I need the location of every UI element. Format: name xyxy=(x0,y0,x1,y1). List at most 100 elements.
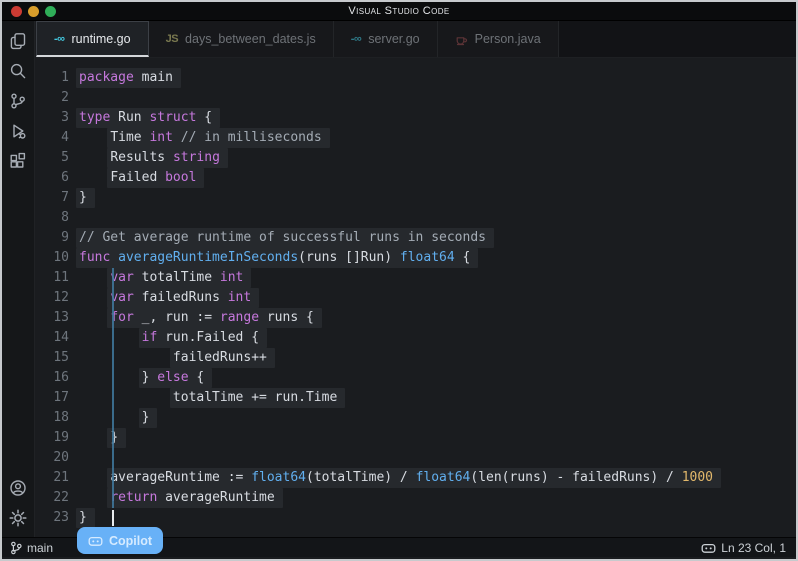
copilot-button[interactable]: Copilot xyxy=(77,527,163,554)
copilot-button-label: Copilot xyxy=(109,534,152,548)
code-text: for _, run := range runs { xyxy=(79,308,322,328)
extensions-icon[interactable] xyxy=(4,146,32,176)
code-line[interactable]: 22 return averageRuntime xyxy=(36,488,796,508)
line-number: 16 xyxy=(36,368,77,388)
code-line[interactable]: 19 } xyxy=(36,428,796,448)
line-number: 2 xyxy=(36,88,77,108)
code-line[interactable]: 5 Results string xyxy=(36,148,796,168)
go-icon: -∞ xyxy=(54,33,65,45)
line-number: 18 xyxy=(36,408,77,428)
code-text: Time int // in milliseconds xyxy=(79,128,330,148)
code-text: failedRuns++ xyxy=(79,348,275,368)
code-line[interactable]: 2 xyxy=(36,88,796,108)
code-line[interactable]: 1package main xyxy=(36,68,796,88)
code-line[interactable]: 9// Get average runtime of successful ru… xyxy=(36,228,796,248)
code-text: } xyxy=(79,188,95,208)
tab-label: runtime.go xyxy=(72,32,131,46)
code-line[interactable]: 13 for _, run := range runs { xyxy=(36,308,796,328)
line-number: 19 xyxy=(36,428,77,448)
editor-pane[interactable]: 1package main23type Run struct {4 Time i… xyxy=(36,58,796,537)
copilot-status-icon[interactable] xyxy=(701,542,716,554)
code-text: } else { xyxy=(79,368,212,388)
line-number: 8 xyxy=(36,208,77,228)
cursor-position[interactable]: Ln 23 Col, 1 xyxy=(721,541,786,555)
code-text: if run.Failed { xyxy=(79,328,267,348)
run-debug-icon[interactable] xyxy=(4,116,32,146)
code-line[interactable]: 6 Failed bool xyxy=(36,168,796,188)
code-text: } xyxy=(79,428,126,448)
code-text: return averageRuntime xyxy=(79,488,283,508)
code-line[interactable]: 10func averageRuntimeInSeconds(runs []Ru… xyxy=(36,248,796,268)
line-number: 20 xyxy=(36,448,77,468)
activity-bar xyxy=(2,21,35,537)
code-line[interactable]: 3type Run struct { xyxy=(36,108,796,128)
tab-bar: -∞ runtime.go JS days_between_dates.js -… xyxy=(36,21,796,58)
line-number: 15 xyxy=(36,348,77,368)
tab-server-go[interactable]: -∞ server.go xyxy=(334,21,438,57)
code-line[interactable]: 7} xyxy=(36,188,796,208)
bracket-indent-guide xyxy=(112,268,114,508)
git-branch-icon xyxy=(10,541,22,555)
code-text: Results string xyxy=(79,148,228,168)
code-line[interactable]: 15 failedRuns++ xyxy=(36,348,796,368)
line-number: 22 xyxy=(36,488,77,508)
maximize-window-icon[interactable] xyxy=(45,6,56,17)
tab-label: days_between_dates.js xyxy=(185,32,316,46)
code-line[interactable]: 20 xyxy=(36,448,796,468)
line-number: 9 xyxy=(36,228,77,248)
line-number: 11 xyxy=(36,268,77,288)
go-icon: -∞ xyxy=(351,33,362,45)
title-bar: Visual Studio Code xyxy=(2,2,796,21)
minimize-window-icon[interactable] xyxy=(28,6,39,17)
code-line[interactable]: 16 } else { xyxy=(36,368,796,388)
settings-gear-icon[interactable] xyxy=(4,503,32,533)
code-text: package main xyxy=(79,68,181,88)
code-text: averageRuntime := float64(totalTime) / f… xyxy=(79,468,721,488)
code-lines: 1package main23type Run struct {4 Time i… xyxy=(36,68,796,528)
code-text: Failed bool xyxy=(79,168,204,188)
line-number: 7 xyxy=(36,188,77,208)
source-control-icon[interactable] xyxy=(4,86,32,116)
line-number: 14 xyxy=(36,328,77,348)
line-number: 3 xyxy=(36,108,77,128)
branch-indicator[interactable]: main xyxy=(10,541,53,555)
code-text: } xyxy=(79,508,95,528)
line-number: 1 xyxy=(36,68,77,88)
code-line[interactable]: 4 Time int // in milliseconds xyxy=(36,128,796,148)
code-line[interactable]: 23} xyxy=(36,508,796,528)
tab-person-java[interactable]: Person.java xyxy=(438,21,559,57)
code-line[interactable]: 11 var totalTime int xyxy=(36,268,796,288)
search-icon[interactable] xyxy=(4,56,32,86)
code-line[interactable]: 8 xyxy=(36,208,796,228)
explorer-icon[interactable] xyxy=(4,26,32,56)
code-text: func averageRuntimeInSeconds(runs []Run)… xyxy=(79,248,478,268)
line-number: 10 xyxy=(36,248,77,268)
text-cursor xyxy=(112,510,114,526)
code-text: var totalTime int xyxy=(79,268,251,288)
line-number: 21 xyxy=(36,468,77,488)
window-controls xyxy=(11,6,56,17)
line-number: 6 xyxy=(36,168,77,188)
vscode-window: Visual Studio Code xyxy=(0,0,798,561)
code-line[interactable]: 14 if run.Failed { xyxy=(36,328,796,348)
code-line[interactable]: 12 var failedRuns int xyxy=(36,288,796,308)
line-number: 5 xyxy=(36,148,77,168)
code-line[interactable]: 17 totalTime += run.Time xyxy=(36,388,796,408)
branch-name: main xyxy=(27,541,53,555)
window-title: Visual Studio Code xyxy=(348,5,449,17)
tab-days-between-dates-js[interactable]: JS days_between_dates.js xyxy=(149,21,334,57)
line-number: 17 xyxy=(36,388,77,408)
code-text: var failedRuns int xyxy=(79,288,259,308)
tab-label: Person.java xyxy=(475,32,541,46)
code-text: } xyxy=(79,408,157,428)
line-number: 12 xyxy=(36,288,77,308)
account-icon[interactable] xyxy=(4,473,32,503)
line-number: 13 xyxy=(36,308,77,328)
code-line[interactable]: 21 averageRuntime := float64(totalTime) … xyxy=(36,468,796,488)
tab-runtime-go[interactable]: -∞ runtime.go xyxy=(36,21,149,57)
code-line[interactable]: 18 } xyxy=(36,408,796,428)
tab-label: server.go xyxy=(368,32,419,46)
close-window-icon[interactable] xyxy=(11,6,22,17)
code-text: type Run struct { xyxy=(79,108,220,128)
line-number: 4 xyxy=(36,128,77,148)
